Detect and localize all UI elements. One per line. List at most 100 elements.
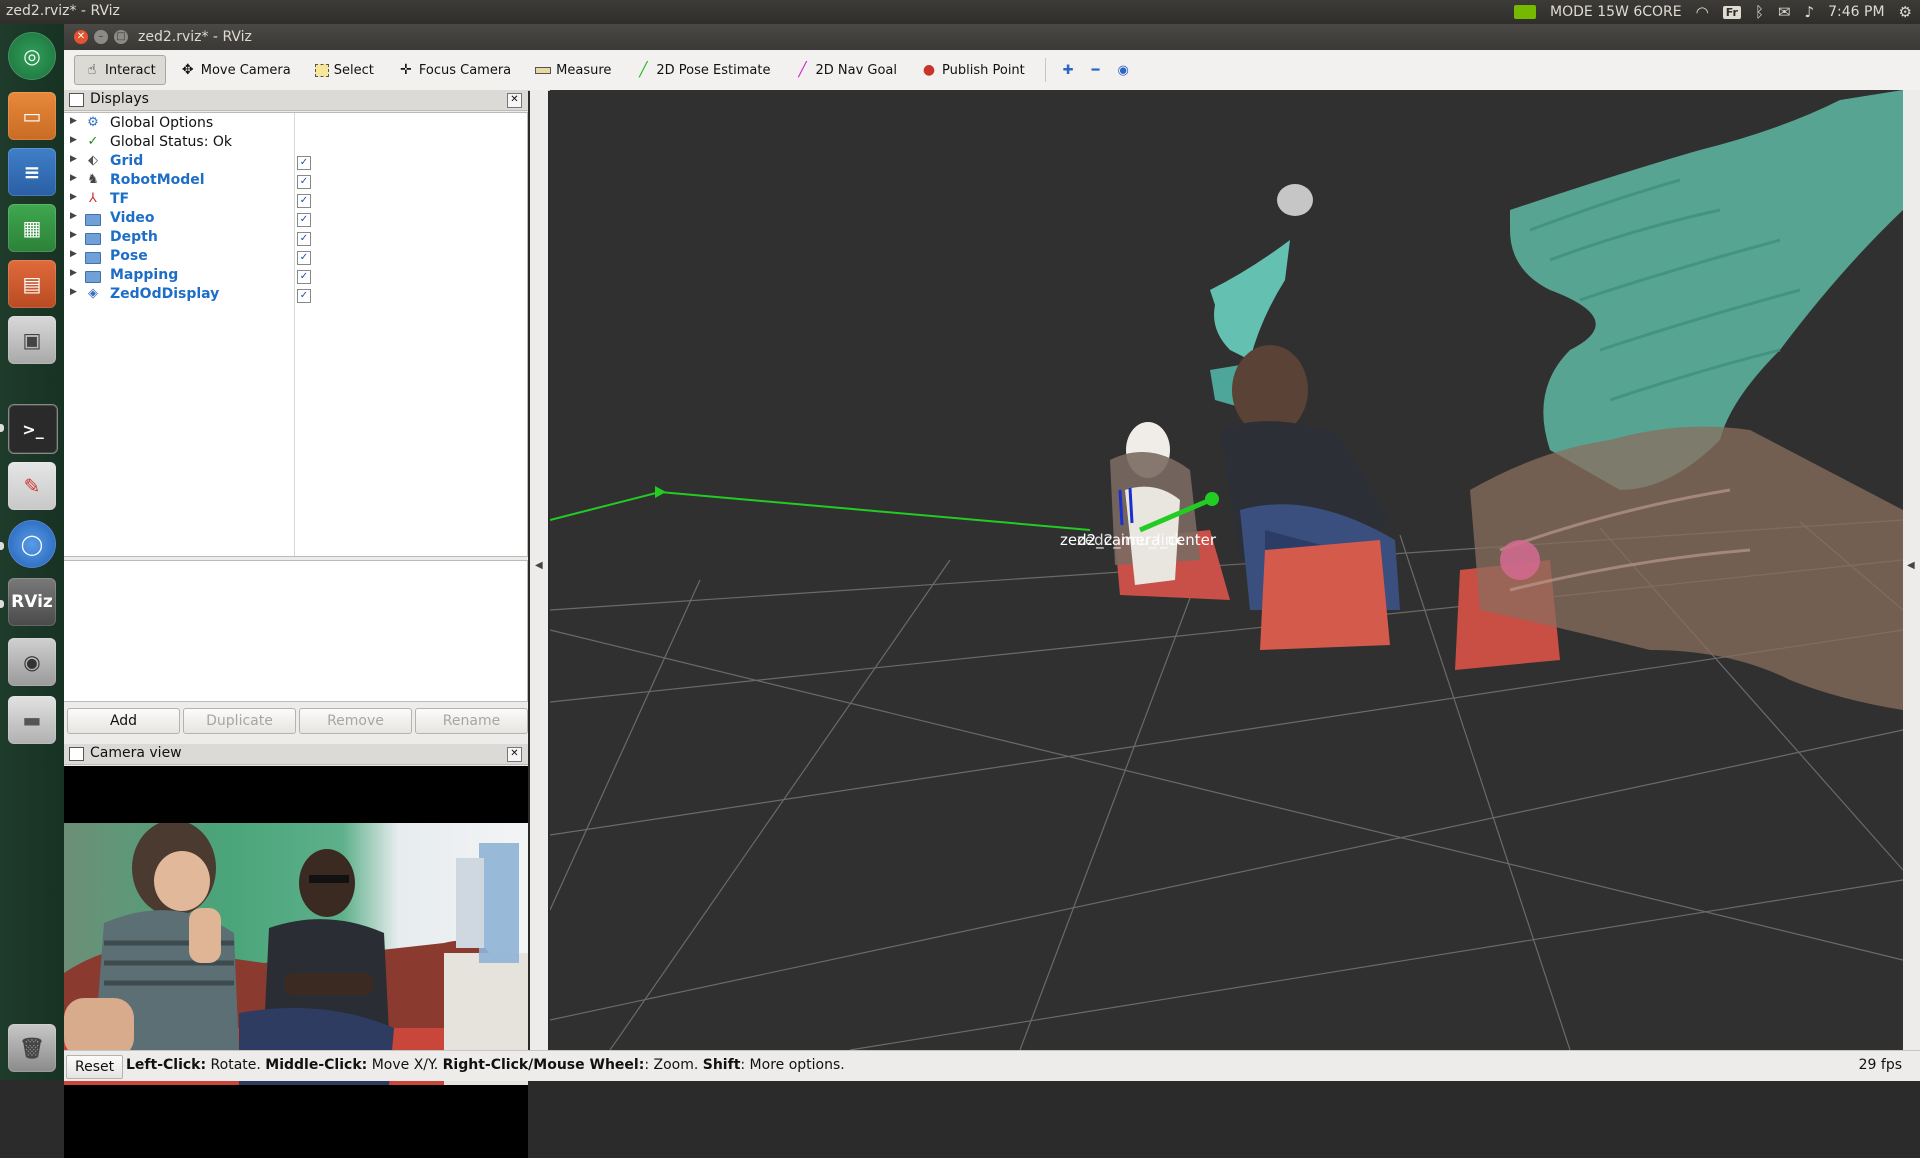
focus-camera-tool[interactable]: ✛ Focus Camera [388, 55, 521, 85]
duplicate-display-button[interactable]: Duplicate [183, 708, 296, 734]
gear-icon[interactable]: ⚙ [1899, 0, 1912, 24]
tree-row-mapping[interactable]: ▶ Mapping ✓ [64, 267, 524, 286]
select-label: Select [333, 62, 374, 78]
enable-checkbox[interactable]: ✓ [297, 251, 311, 265]
expand-arrow-icon[interactable]: ▶ [70, 211, 77, 221]
expand-arrow-icon[interactable]: ▶ [70, 268, 77, 278]
launcher: ◎ ▭ ≡ ▦ ▤ ▣ >_ ✎ ◯ RViz ◉ ▬ 🗑 [0, 24, 65, 1080]
volume-icon[interactable]: ♪ [1805, 0, 1815, 24]
interact-icon: ☝ [87, 62, 97, 78]
camera-type-icon[interactable]: ◉ [1111, 55, 1136, 85]
gear-icon: ⚙ [87, 115, 99, 130]
tree-row-tf[interactable]: ▶ ⅄ TF ✓ [64, 191, 524, 210]
close-panel-icon[interactable]: ✕ [507, 747, 522, 762]
camera-panel-title: Camera view [90, 745, 182, 761]
remove-tool-icon[interactable]: ━ [1085, 55, 1107, 85]
select-tool[interactable]: Select [305, 55, 384, 85]
power-mode-label[interactable]: MODE 15W 6CORE [1550, 4, 1682, 20]
tree-row-global-status[interactable]: ▶ ✓ Global Status: Ok [64, 134, 524, 153]
move-camera-tool[interactable]: ✥ Move Camera [170, 55, 301, 85]
reset-button[interactable]: Reset [66, 1055, 124, 1079]
right-dock-collapse-handle[interactable]: ◀ [1903, 90, 1920, 1050]
display-description-pane [64, 560, 528, 702]
folder-icon [85, 248, 101, 268]
expand-arrow-icon[interactable]: ▶ [70, 154, 77, 164]
rename-display-button[interactable]: Rename [415, 708, 528, 734]
select-icon [314, 63, 329, 77]
tree-label: RobotModel [110, 172, 205, 188]
pose-estimate-label: 2D Pose Estimate [656, 62, 771, 78]
status-right-click: Right-Click/Mouse Wheel: [442, 1057, 645, 1073]
enable-checkbox[interactable]: ✓ [297, 156, 311, 170]
camera-view[interactable] [64, 766, 528, 1158]
ubuntu-dash-icon[interactable]: ◎ [8, 32, 56, 80]
wifi-icon[interactable]: ◠ [1696, 0, 1709, 24]
pose-estimate-tool[interactable]: ╱ 2D Pose Estimate [625, 55, 780, 85]
enable-checkbox[interactable]: ✓ [297, 289, 311, 303]
scene-3d: zed2_camera_center zed2_imu_link [550, 90, 1903, 1050]
clock[interactable]: 7:46 PM [1828, 4, 1884, 20]
tree-row-pose[interactable]: ▶ Pose ✓ [64, 248, 524, 267]
status-bar: Reset Left-Click: Rotate. Middle-Click: … [64, 1050, 1920, 1081]
add-tool-icon[interactable]: ✚ [1056, 55, 1081, 85]
minimize-window-icon[interactable]: – [94, 30, 108, 44]
tree-row-depth[interactable]: ▶ Depth ✓ [64, 229, 524, 248]
expand-arrow-icon[interactable]: ▶ [70, 249, 77, 259]
writer-icon[interactable]: ≡ [8, 148, 56, 196]
chromium-icon[interactable]: ◯ [8, 520, 56, 568]
grid-icon: ⬖ [88, 153, 98, 168]
calc-icon[interactable]: ▦ [8, 204, 56, 252]
add-display-button[interactable]: Add [67, 708, 180, 734]
left-dock-collapse-handle[interactable]: ◀ [530, 90, 548, 1050]
trash-icon[interactable]: 🗑 [8, 1024, 56, 1072]
tree-label: TF [110, 191, 130, 207]
status-left-click: Left-Click: [126, 1057, 207, 1073]
tree-row-robotmodel[interactable]: ▶ ♞ RobotModel ✓ [64, 172, 524, 191]
expand-arrow-icon[interactable]: ▶ [70, 287, 77, 297]
tree-row-zedoddisplay[interactable]: ▶ ◈ ZedOdDisplay ✓ [64, 286, 524, 305]
text-editor-icon[interactable]: ✎ [8, 462, 56, 510]
window-titlebar: ✕ – □ zed2.rviz* - RViz [64, 24, 1920, 50]
enable-checkbox[interactable]: ✓ [297, 194, 311, 208]
software-center-icon[interactable]: ▣ [8, 316, 56, 364]
expand-arrow-icon[interactable]: ▶ [70, 135, 77, 145]
camera-scene [64, 823, 528, 1085]
bluetooth-icon[interactable]: ᛒ [1755, 0, 1764, 24]
expand-arrow-icon[interactable]: ▶ [70, 192, 77, 202]
publish-point-tool[interactable]: ● Publish Point [911, 55, 1035, 85]
move-camera-label: Move Camera [200, 62, 291, 78]
enable-checkbox[interactable]: ✓ [297, 213, 311, 227]
rviz-icon[interactable]: RViz [8, 578, 56, 626]
keyboard-layout-icon[interactable]: Fr [1722, 5, 1741, 19]
status-shift-action: : More options. [740, 1057, 845, 1073]
terminal-icon[interactable]: >_ [8, 404, 58, 454]
enable-checkbox[interactable]: ✓ [297, 270, 311, 284]
left-dock: Displays ✕ ▶ ⚙ Global Options ▶ ✓ Global… [64, 90, 528, 1158]
interact-tool[interactable]: ☝ Interact [74, 55, 166, 85]
impress-icon[interactable]: ▤ [8, 260, 56, 308]
tree-row-grid[interactable]: ▶ ⬖ Grid ✓ [64, 153, 524, 172]
screenshot-icon[interactable]: ◉ [8, 638, 56, 686]
close-window-icon[interactable]: ✕ [74, 30, 88, 44]
expand-arrow-icon[interactable]: ▶ [70, 116, 77, 126]
tree-row-global-options[interactable]: ▶ ⚙ Global Options [64, 115, 524, 134]
point-cloud [1110, 90, 1903, 710]
nav-goal-tool[interactable]: ╱ 2D Nav Goal [784, 55, 907, 85]
enable-checkbox[interactable]: ✓ [297, 232, 311, 246]
expand-arrow-icon[interactable]: ▶ [70, 230, 77, 240]
files-icon[interactable]: ▭ [8, 92, 56, 140]
nvidia-icon[interactable] [1514, 5, 1537, 19]
tree-row-video[interactable]: ▶ Video ✓ [64, 210, 524, 229]
drive-icon[interactable]: ▬ [8, 696, 56, 744]
remove-display-button[interactable]: Remove [299, 708, 412, 734]
measure-tool[interactable]: Measure [525, 55, 621, 85]
enable-checkbox[interactable]: ✓ [297, 175, 311, 189]
status-left-click-action: Rotate. [206, 1057, 266, 1073]
render-viewport[interactable]: zed2_camera_center zed2_imu_link [550, 90, 1903, 1050]
measure-label: Measure [556, 62, 612, 78]
maximize-window-icon[interactable]: □ [114, 30, 128, 44]
close-panel-icon[interactable]: ✕ [507, 93, 522, 108]
mail-icon[interactable]: ✉ [1778, 0, 1791, 24]
expand-arrow-icon[interactable]: ▶ [70, 173, 77, 183]
nav-goal-label: 2D Nav Goal [815, 62, 898, 78]
